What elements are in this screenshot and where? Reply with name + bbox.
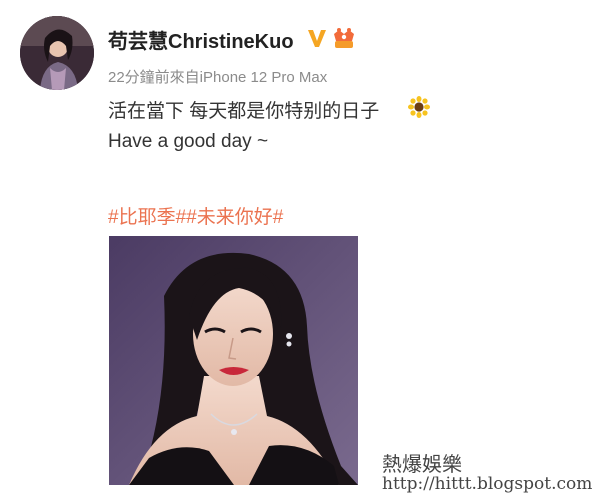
author-name[interactable]: 苟芸慧ChristineKuo xyxy=(108,25,294,54)
watermark-url: http://hittt.blogspot.com xyxy=(382,474,593,494)
post-text-line-2: Have a good day ~ xyxy=(108,131,269,152)
hashtag-links[interactable]: #比耶季##未来你好# xyxy=(108,202,283,229)
weibo-post: 苟芸慧ChristineKuo 22分鐘前來自iPhone 12 Pro Max… xyxy=(0,0,608,497)
avatar[interactable] xyxy=(20,16,94,90)
avatar-image xyxy=(20,16,94,90)
post-photo[interactable] xyxy=(109,236,358,485)
verified-v-icon xyxy=(308,30,326,47)
post-text-line-1: 活在當下 每天都是你特别的日子 xyxy=(108,101,380,122)
member-crown-icon[interactable] xyxy=(331,26,357,50)
sunflower-icon xyxy=(408,96,430,118)
post-meta: 22分鐘前來自iPhone 12 Pro Max xyxy=(108,69,328,86)
portrait-photo xyxy=(109,236,358,485)
watermark-site-name: 熱爆娛樂 xyxy=(382,452,462,476)
